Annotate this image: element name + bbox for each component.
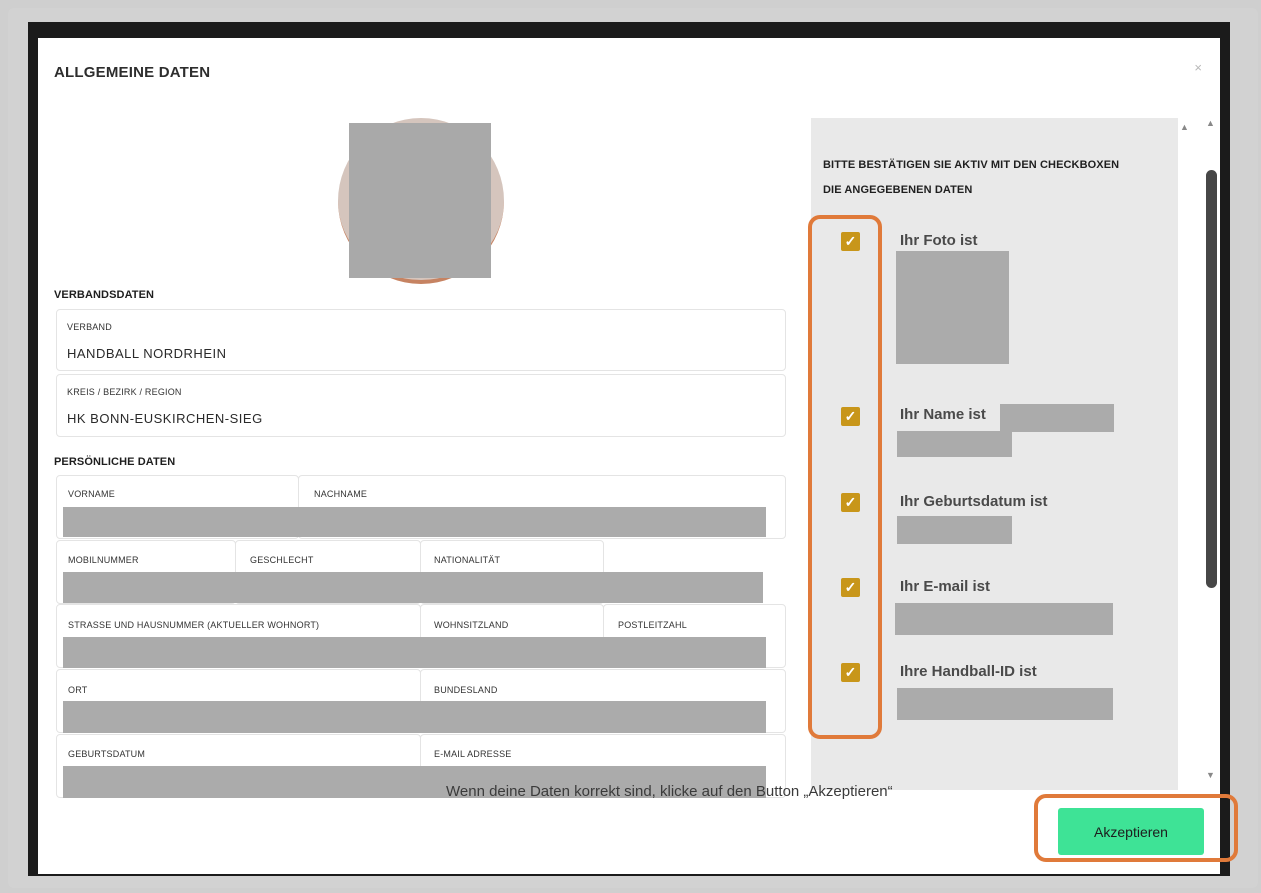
vorname-label: VORNAME: [68, 489, 115, 499]
confirm-email-label: Ihr E-mail ist: [900, 578, 991, 595]
birthdate-redaction: [897, 516, 1012, 544]
geburtsdatum-label: GEBURTSDATUM: [68, 749, 146, 759]
section-heading-persoenliche-daten: PERSÖNLICHE DATEN: [54, 456, 176, 468]
bundesland-label: BUNDESLAND: [434, 685, 498, 695]
dialog-title: ALLGEMEINE DATEN: [54, 64, 211, 81]
checkbox-highlight: [808, 215, 882, 739]
kreis-label: KREIS / BEZIRK / REGION: [67, 387, 182, 397]
city-redaction: [63, 701, 766, 733]
avatar-redaction: [349, 123, 491, 278]
verband-value: HANDBALL NORDRHEIN: [67, 346, 227, 361]
nationalitaet-label: NATIONALITÄT: [434, 555, 501, 565]
mobilnummer-label: MOBILNUMMER: [68, 555, 139, 565]
postleitzahl-label: POSTLEITZAHL: [618, 620, 687, 630]
address-redaction: [63, 637, 766, 668]
panel-scroll-up-icon[interactable]: ▲: [1180, 122, 1189, 132]
nachname-label: NACHNAME: [314, 489, 368, 499]
strasse-label: STRASSE UND HAUSNUMMER (AKTUELLER WOHNOR…: [68, 620, 320, 630]
photo-redaction: [896, 251, 1009, 364]
confirm-birthdate-label: Ihr Geburtsdatum ist: [900, 493, 1048, 510]
verband-label: VERBAND: [67, 322, 112, 332]
kreis-card: KREIS / BEZIRK / REGION HK BONN-EUSKIRCH…: [56, 374, 786, 437]
verband-card: VERBAND HANDBALL NORDRHEIN: [56, 309, 786, 371]
contact-redaction: [63, 572, 763, 603]
close-icon[interactable]: ×: [1194, 60, 1202, 75]
confirm-photo-label: Ihr Foto ist: [900, 232, 978, 249]
kreis-value: HK BONN-EUSKIRCHEN-SIEG: [67, 411, 263, 426]
handball-id-redaction: [897, 688, 1113, 720]
confirm-handball-id-label: Ihre Handball-ID ist: [900, 663, 1037, 680]
confirmation-intro: BITTE BESTÄTIGEN SIE AKTIV MIT DEN CHECK…: [823, 159, 1120, 196]
name-redaction: [63, 507, 766, 537]
ort-label: ORT: [68, 685, 88, 695]
name-value-redaction-2: [897, 431, 1012, 457]
email-label: E-MAIL ADRESSE: [434, 749, 512, 759]
name-value-redaction: [1000, 404, 1114, 432]
modal-scroll-up-icon[interactable]: ▲: [1206, 118, 1215, 128]
confirm-name-label: Ihr Name ist: [900, 406, 986, 423]
modal-scrollbar[interactable]: [1206, 170, 1217, 588]
email-redaction: [895, 603, 1113, 635]
modal-scroll-down-icon[interactable]: ▼: [1206, 770, 1215, 780]
footer-hint: Wenn deine Daten korrekt sind, klicke au…: [446, 783, 893, 800]
geschlecht-label: GESCHLECHT: [250, 555, 314, 565]
accept-button-highlight: [1034, 794, 1238, 862]
wohnsitzland-label: WOHNSITZLAND: [434, 620, 509, 630]
section-heading-verbandsdaten: VERBANDSDATEN: [54, 289, 155, 301]
general-data-dialog: ALLGEMEINE DATEN × VERBANDSDATEN VERBAND…: [38, 38, 1220, 874]
